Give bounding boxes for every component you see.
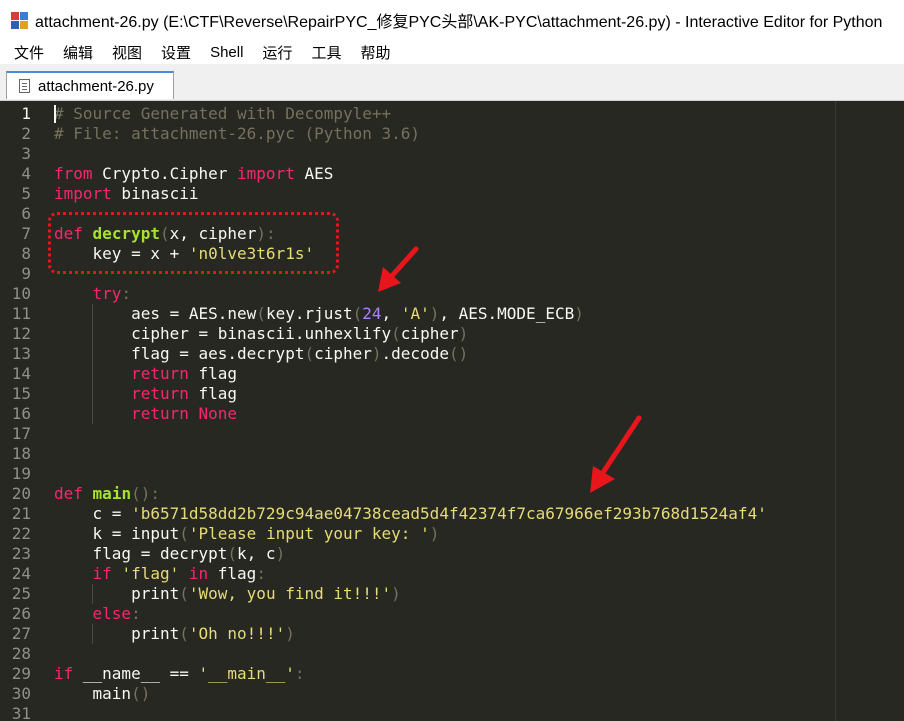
app-icon: [11, 11, 28, 29]
menu-run[interactable]: 运行: [254, 42, 300, 63]
arrow-to-rjust-24: [378, 246, 419, 292]
code-editor[interactable]: 1 2 3 4 5 6 7 8 9 10 11 12 13 14 15 16 17 18 19 20 21 22 23 24 2…: [0, 101, 904, 721]
menu-file[interactable]: 文件: [6, 42, 52, 63]
document-icon: [19, 79, 30, 93]
tab-attachment-26[interactable]: attachment-26.py: [6, 71, 174, 99]
menu-tools[interactable]: 工具: [303, 42, 349, 63]
window-title: attachment-26.py (E:\CTF\Reverse\RepairP…: [35, 14, 883, 31]
menu-view[interactable]: 视图: [104, 42, 150, 63]
annotation-arrows: [378, 246, 642, 493]
arrow-to-cipher-string: [590, 415, 642, 493]
menu-bar: 文件 编辑 视图 设置 Shell 运行 工具 帮助: [0, 40, 904, 64]
menu-shell[interactable]: Shell: [202, 44, 251, 61]
menu-help[interactable]: 帮助: [352, 42, 398, 63]
title-bar: attachment-26.py (E:\CTF\Reverse\RepairP…: [0, 0, 904, 40]
tab-strip: attachment-26.py: [0, 64, 904, 101]
menu-settings[interactable]: 设置: [153, 42, 199, 63]
tab-label: attachment-26.py: [38, 77, 154, 95]
menu-edit[interactable]: 编辑: [55, 42, 101, 63]
